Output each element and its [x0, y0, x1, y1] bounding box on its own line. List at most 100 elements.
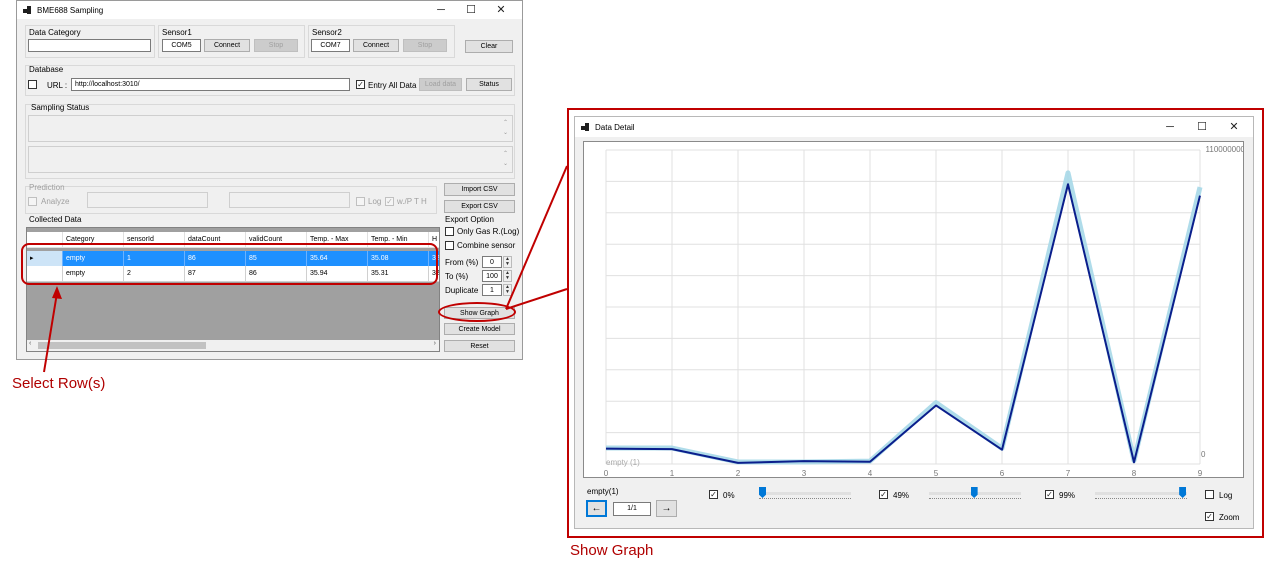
- close-icon[interactable]: ✕: [1219, 117, 1249, 135]
- status-button[interactable]: Status: [466, 78, 512, 91]
- wpth-label: w./P T H: [397, 197, 427, 206]
- slider-track: [759, 492, 851, 495]
- series-nav-label: empty(1): [587, 487, 619, 496]
- prediction-field-2: [229, 192, 350, 208]
- app-icon: [581, 122, 590, 132]
- slider-2[interactable]: [1095, 487, 1187, 499]
- select-rows-caption: Select Row(s): [12, 375, 106, 392]
- x-tick-label: 5: [934, 469, 939, 478]
- analyze-checkbox[interactable]: [28, 197, 37, 206]
- sensor1-connect-button[interactable]: Connect: [204, 39, 250, 52]
- sensor2-stop-button[interactable]: Stop: [403, 39, 447, 52]
- zoom-checkbox[interactable]: ✓: [1205, 512, 1214, 521]
- maximize-icon[interactable]: ☐: [1187, 117, 1217, 135]
- minimize-icon[interactable]: ─: [426, 1, 456, 19]
- entry-all-checkbox[interactable]: ✓: [356, 80, 365, 89]
- series-label: empty (1): [606, 458, 640, 467]
- export-csv-button[interactable]: Export CSV: [444, 200, 515, 213]
- data-category-input[interactable]: [28, 39, 151, 52]
- prediction-field-1: [87, 192, 208, 208]
- minimize-icon[interactable]: ─: [1155, 117, 1185, 135]
- slider-0[interactable]: [759, 487, 851, 499]
- database-checkbox[interactable]: [28, 80, 37, 89]
- scroll-thumb[interactable]: [38, 342, 206, 349]
- collected-data-label: Collected Data: [29, 215, 82, 224]
- log-label: Log: [368, 197, 382, 206]
- x-tick-label: 0: [604, 469, 609, 478]
- reset-button[interactable]: Reset: [444, 340, 515, 352]
- zoom-label: Zoom: [1219, 513, 1240, 522]
- slider-thumb[interactable]: [759, 487, 766, 498]
- rows-highlight: [21, 243, 438, 285]
- import-csv-button[interactable]: Import CSV: [444, 183, 515, 196]
- detail-window: Data Detail ─ ☐ ✕ 0 1 2 3 4 5 6 7 8 9 110000000 0…: [574, 116, 1254, 529]
- next-button[interactable]: →: [656, 500, 677, 517]
- slider-thumb[interactable]: [1179, 487, 1187, 498]
- entry-all-label: Entry All Data: [368, 81, 417, 90]
- sensor1-stop-button[interactable]: Stop: [254, 39, 298, 52]
- slider-1-checkbox[interactable]: ✓: [879, 490, 888, 499]
- slider-ticks: [1095, 498, 1187, 499]
- duplicate-input[interactable]: 1: [482, 284, 502, 296]
- close-icon[interactable]: ✕: [486, 1, 516, 19]
- slider-track: [1095, 492, 1187, 495]
- combine-sensor-checkbox[interactable]: [445, 241, 454, 250]
- duplicate-spinner-icon[interactable]: ▲ ▼: [503, 284, 512, 296]
- sensor2-label: Sensor2: [312, 28, 342, 37]
- horizontal-scrollbar[interactable]: ‹ ›: [27, 340, 439, 351]
- x-tick-label: 7: [1066, 469, 1071, 478]
- log-scale-label: Log: [1219, 491, 1233, 500]
- page-indicator: 1/1: [613, 502, 651, 516]
- slider-2-checkbox[interactable]: ✓: [1045, 490, 1054, 499]
- database-label: Database: [29, 65, 64, 74]
- chart-panel[interactable]: 0 1 2 3 4 5 6 7 8 9 110000000 0 empty (1): [583, 141, 1244, 478]
- to-spinner-icon[interactable]: ▲ ▼: [503, 270, 512, 282]
- from-input[interactable]: 0: [482, 256, 502, 268]
- scroll-arrows-icon[interactable]: ⌃ ⌄: [501, 118, 510, 139]
- to-input[interactable]: 100: [482, 270, 502, 282]
- only-gas-checkbox[interactable]: [445, 227, 454, 236]
- app-icon: [23, 5, 32, 15]
- x-tick-label: 9: [1198, 469, 1203, 478]
- analyze-label: Analyze: [41, 197, 70, 206]
- sampling-status-text-1[interactable]: ⌃ ⌄: [28, 115, 513, 142]
- detail-title-bar: Data Detail ─ ☐ ✕: [575, 117, 1253, 137]
- slider-0-label: 0%: [723, 491, 735, 500]
- slider-ticks: [929, 498, 1021, 499]
- slider-2-label: 99%: [1059, 491, 1076, 500]
- from-spinner-icon[interactable]: ▲ ▼: [503, 256, 512, 268]
- maximize-icon[interactable]: ☐: [456, 1, 486, 19]
- url-input[interactable]: http://localhost:3010/: [71, 78, 350, 91]
- detail-title: Data Detail: [595, 122, 635, 132]
- sensor2-port-input[interactable]: COM7: [311, 39, 350, 52]
- slider-1-label: 49%: [893, 491, 910, 500]
- to-label: To (%): [445, 272, 469, 281]
- scroll-left-icon[interactable]: ‹: [29, 340, 31, 347]
- main-title-bar: BME688 Sampling ─ ☐ ✕: [17, 1, 522, 19]
- slider-1[interactable]: [929, 487, 1021, 499]
- only-gas-label: Only Gas R.(Log): [457, 227, 520, 236]
- show-graph-caption: Show Graph: [570, 542, 654, 559]
- y-axis-min-label: 0: [1201, 450, 1206, 459]
- line-chart[interactable]: 0 1 2 3 4 5 6 7 8 9: [584, 142, 1244, 478]
- log-scale-checkbox[interactable]: [1205, 490, 1214, 499]
- log-checkbox[interactable]: [356, 197, 365, 206]
- prediction-label: Prediction: [29, 183, 65, 192]
- slider-0-checkbox[interactable]: ✓: [709, 490, 718, 499]
- create-model-button[interactable]: Create Model: [444, 323, 515, 335]
- slider-thumb[interactable]: [970, 487, 978, 498]
- combine-sensor-label: Combine sensor: [457, 241, 516, 250]
- x-tick-label: 6: [1000, 469, 1005, 478]
- wpth-checkbox[interactable]: ✓: [385, 197, 394, 206]
- scroll-arrows-icon[interactable]: ⌃ ⌄: [501, 149, 510, 170]
- prev-button[interactable]: ←: [586, 500, 607, 517]
- sampling-status-text-2[interactable]: ⌃ ⌄: [28, 146, 513, 173]
- sensor1-port-input[interactable]: COM5: [162, 39, 201, 52]
- sensor2-connect-button[interactable]: Connect: [353, 39, 399, 52]
- series-line: [606, 170, 1203, 465]
- x-tick-label: 2: [736, 469, 741, 478]
- load-data-button[interactable]: Load data: [419, 78, 462, 91]
- scroll-right-icon[interactable]: ›: [434, 340, 436, 347]
- show-graph-highlight: [438, 302, 516, 322]
- clear-button[interactable]: Clear: [465, 40, 513, 53]
